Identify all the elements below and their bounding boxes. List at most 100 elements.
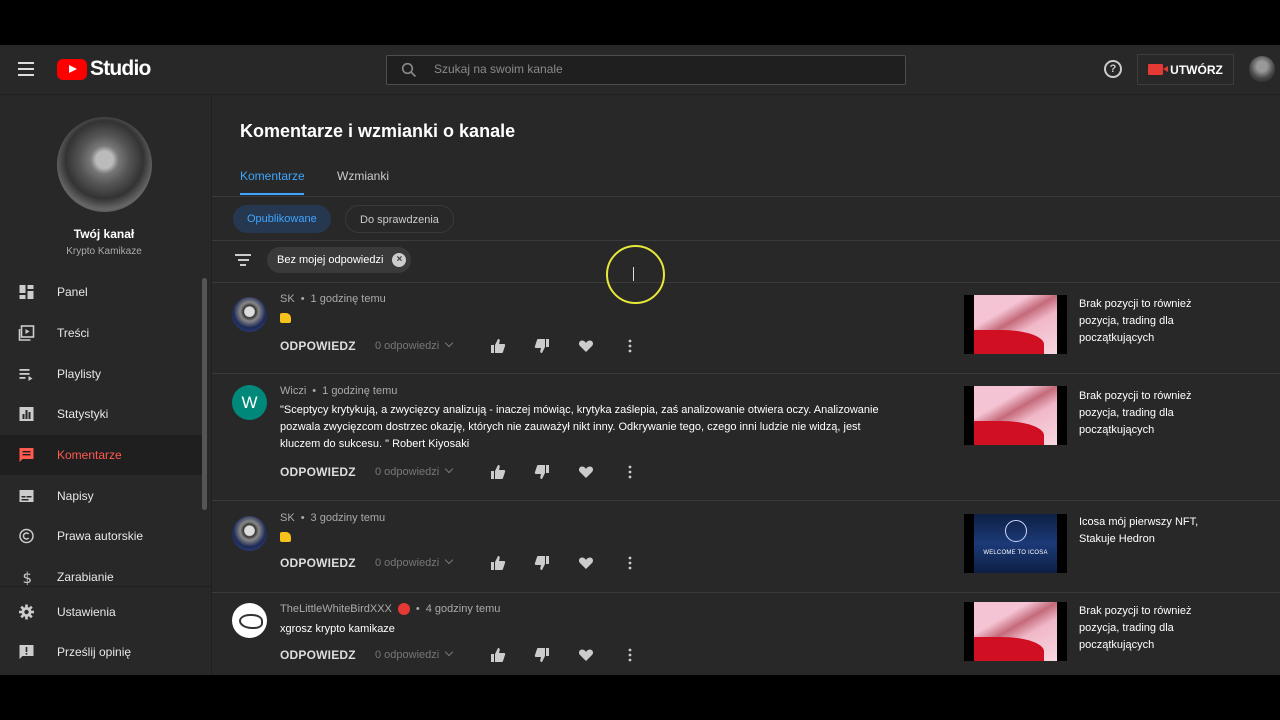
replies-toggle[interactable]: 0 odpowiedzi (375, 555, 454, 569)
separator-dot: • (300, 512, 305, 524)
logo-text: Studio (90, 57, 151, 80)
reply-button[interactable]: ODPOWIEDZ (280, 648, 356, 662)
like-icon[interactable] (490, 338, 506, 354)
comment-actions: ODPOWIEDZ 0 odpowiedzi (280, 647, 632, 663)
filter-icon[interactable] (235, 254, 251, 266)
main-content: Komentarze i wzmianki o kanale Komentarz… (212, 95, 1280, 675)
sidebar-item-monetization[interactable]: $ Zarabianie (0, 557, 203, 597)
search-box[interactable] (386, 55, 906, 85)
video-thumbnail[interactable] (964, 295, 1067, 354)
chevron-down-icon (444, 647, 454, 657)
sidebar-divider (0, 586, 211, 587)
sidebar-item-analytics[interactable]: Statystyki (0, 394, 203, 434)
replies-count: 0 odpowiedzi (375, 557, 440, 569)
heart-icon[interactable] (578, 464, 594, 480)
comment-author[interactable]: Wiczi (280, 385, 306, 397)
reply-button[interactable]: ODPOWIEDZ (280, 556, 356, 570)
chevron-down-icon (444, 338, 454, 348)
sidebar-item-label: Napisy (57, 489, 94, 503)
sidebar: Twój kanał Krypto Kamikaze Panel Treści … (0, 95, 212, 675)
comment-time[interactable]: 4 godziny temu (426, 603, 501, 615)
commenter-avatar[interactable] (232, 603, 267, 638)
sidebar-item-panel[interactable]: Panel (0, 272, 203, 312)
filter-chip[interactable]: Bez mojej odpowiedzi × (267, 247, 412, 273)
heart-icon[interactable] (578, 647, 594, 663)
video-title[interactable]: Brak pozycji to również pozycja, trading… (1079, 388, 1219, 439)
comment-row: W Wiczi • 1 godzinę temu "Sceptycy kryty… (212, 375, 1280, 501)
divider (212, 196, 1280, 197)
heart-icon[interactable] (578, 555, 594, 571)
like-icon[interactable] (490, 555, 506, 571)
remove-filter-icon[interactable]: × (392, 253, 407, 267)
commenter-avatar[interactable] (232, 297, 267, 332)
replies-toggle[interactable]: 0 odpowiedzi (375, 647, 454, 661)
sidebar-item-copyright[interactable]: Prawa autorskie (0, 516, 203, 556)
create-button[interactable]: UTWÓRZ (1137, 54, 1234, 85)
replies-toggle[interactable]: 0 odpowiedzi (375, 464, 454, 478)
filter-chip-label: Bez mojej odpowiedzi (277, 254, 384, 266)
sidebar-item-subtitles[interactable]: Napisy (0, 476, 203, 516)
help-icon[interactable]: ? (1104, 60, 1122, 78)
comment-time[interactable]: 3 godziny temu (311, 512, 386, 524)
sidebar-item-content[interactable]: Treści (0, 313, 203, 353)
more-options-icon[interactable] (622, 647, 638, 663)
video-title[interactable]: Brak pozycji to również pozycja, trading… (1079, 603, 1219, 654)
comment-actions: ODPOWIEDZ 0 odpowiedzi (280, 555, 632, 571)
channel-avatar[interactable] (57, 117, 152, 212)
commenter-avatar[interactable]: W (232, 385, 267, 420)
replies-count: 0 odpowiedzi (375, 340, 440, 352)
more-options-icon[interactable] (622, 338, 638, 354)
comment-text: xgrosz krypto kamikaze (280, 623, 395, 635)
like-icon[interactable] (490, 464, 506, 480)
content-icon (18, 325, 35, 341)
tab-mentions[interactable]: Wzmianki (337, 169, 389, 183)
create-label: UTWÓRZ (1170, 62, 1223, 77)
comments-icon (19, 448, 34, 462)
divider (212, 240, 1280, 241)
dislike-icon[interactable] (534, 338, 550, 354)
video-thumbnail[interactable] (964, 386, 1067, 445)
tab-comments[interactable]: Komentarze (240, 169, 305, 183)
video-thumbnail[interactable] (964, 602, 1067, 661)
dislike-icon[interactable] (534, 647, 550, 663)
studio-logo[interactable]: Studio (57, 57, 151, 81)
search-input[interactable] (434, 62, 874, 76)
comment-actions: ODPOWIEDZ 0 odpowiedzi (280, 464, 632, 480)
comment-text (280, 312, 880, 329)
playlist-icon (19, 369, 33, 381)
comment-header: SK • 1 godzinę temu (280, 293, 386, 305)
menu-icon[interactable] (18, 62, 34, 76)
sidebar-scrollbar[interactable] (202, 278, 207, 510)
replies-count: 0 odpowiedzi (375, 466, 440, 478)
chip-published[interactable]: Opublikowane (233, 205, 331, 233)
like-icon[interactable] (490, 647, 506, 663)
sidebar-item-settings[interactable]: Ustawienia (0, 592, 203, 632)
more-options-icon[interactable] (622, 555, 638, 571)
commenter-avatar[interactable] (232, 516, 267, 551)
sidebar-item-comments[interactable]: Komentarze (0, 435, 203, 475)
dollar-icon: $ (23, 569, 33, 585)
video-title[interactable]: Icosa mój pierwszy NFT, Stakuje Hedron (1079, 514, 1219, 548)
sidebar-item-playlists[interactable]: Playlisty (0, 354, 203, 394)
chevron-down-icon (444, 464, 454, 474)
comment-author[interactable]: SK (280, 512, 295, 524)
comment-author[interactable]: TheLittleWhiteBirdXXX (280, 603, 392, 615)
comment-time[interactable]: 1 godzinę temu (311, 293, 386, 305)
heart-icon[interactable] (578, 338, 594, 354)
video-thumbnail[interactable]: WELCOME TO ICOSA (964, 514, 1067, 573)
chip-held-for-review[interactable]: Do sprawdzenia (345, 205, 454, 233)
search-icon (401, 62, 417, 78)
dislike-icon[interactable] (534, 464, 550, 480)
sidebar-item-feedback[interactable]: Prześlij opinię (0, 632, 203, 672)
reply-button[interactable]: ODPOWIEDZ (280, 339, 356, 353)
reply-button[interactable]: ODPOWIEDZ (280, 465, 356, 479)
account-avatar[interactable] (1249, 56, 1275, 82)
comment-row: SK • 3 godziny temu ODPOWIEDZ 0 odpowied… (212, 502, 1280, 593)
replies-toggle[interactable]: 0 odpowiedzi (375, 338, 454, 352)
more-options-icon[interactable] (622, 464, 638, 480)
comment-author[interactable]: SK (280, 293, 295, 305)
dislike-icon[interactable] (534, 555, 550, 571)
video-thumbnail-image (974, 295, 1057, 354)
comment-time[interactable]: 1 godzinę temu (322, 385, 397, 397)
video-title[interactable]: Brak pozycji to również pozycja, trading… (1079, 296, 1219, 347)
